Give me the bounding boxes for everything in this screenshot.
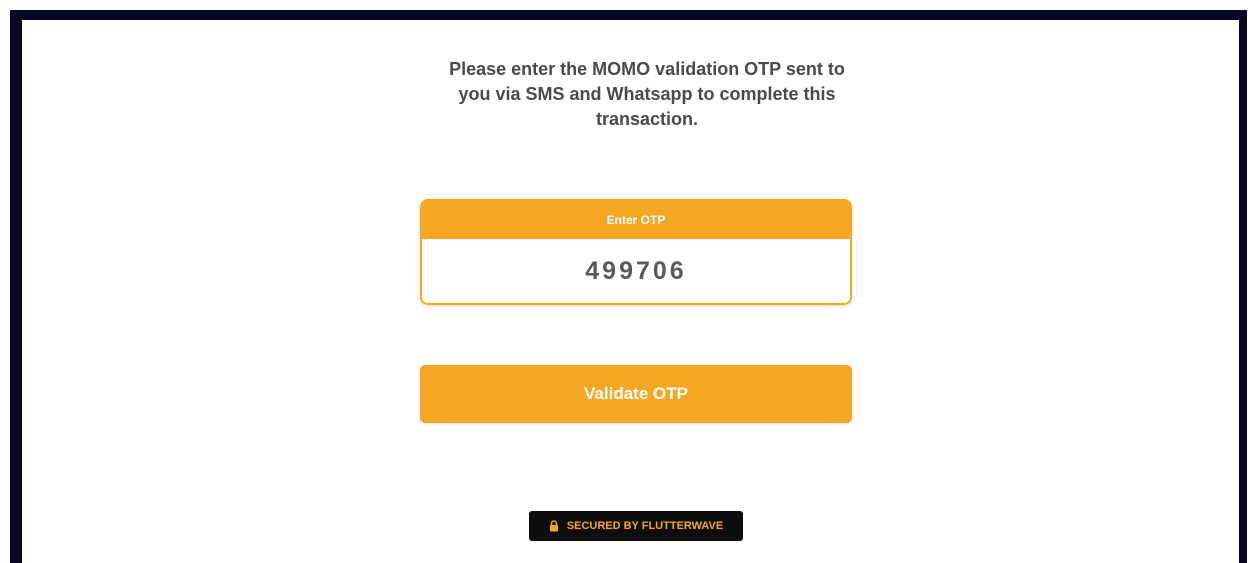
page-frame: Please enter the MOMO validation OTP sen… [10,10,1247,563]
lock-icon [549,520,559,532]
otp-instruction-text: Please enter the MOMO validation OTP sen… [449,59,845,129]
secured-badge-label: SECURED BY FLUTTERWAVE [566,520,724,532]
otp-card: Enter OTP [420,199,852,305]
otp-input[interactable] [422,239,850,303]
validate-otp-button[interactable]: Validate OTP [420,365,852,423]
otp-field-label: Enter OTP [422,201,850,239]
secured-by-flutterwave-badge: SECURED BY FLUTTERWAVE [529,511,743,541]
